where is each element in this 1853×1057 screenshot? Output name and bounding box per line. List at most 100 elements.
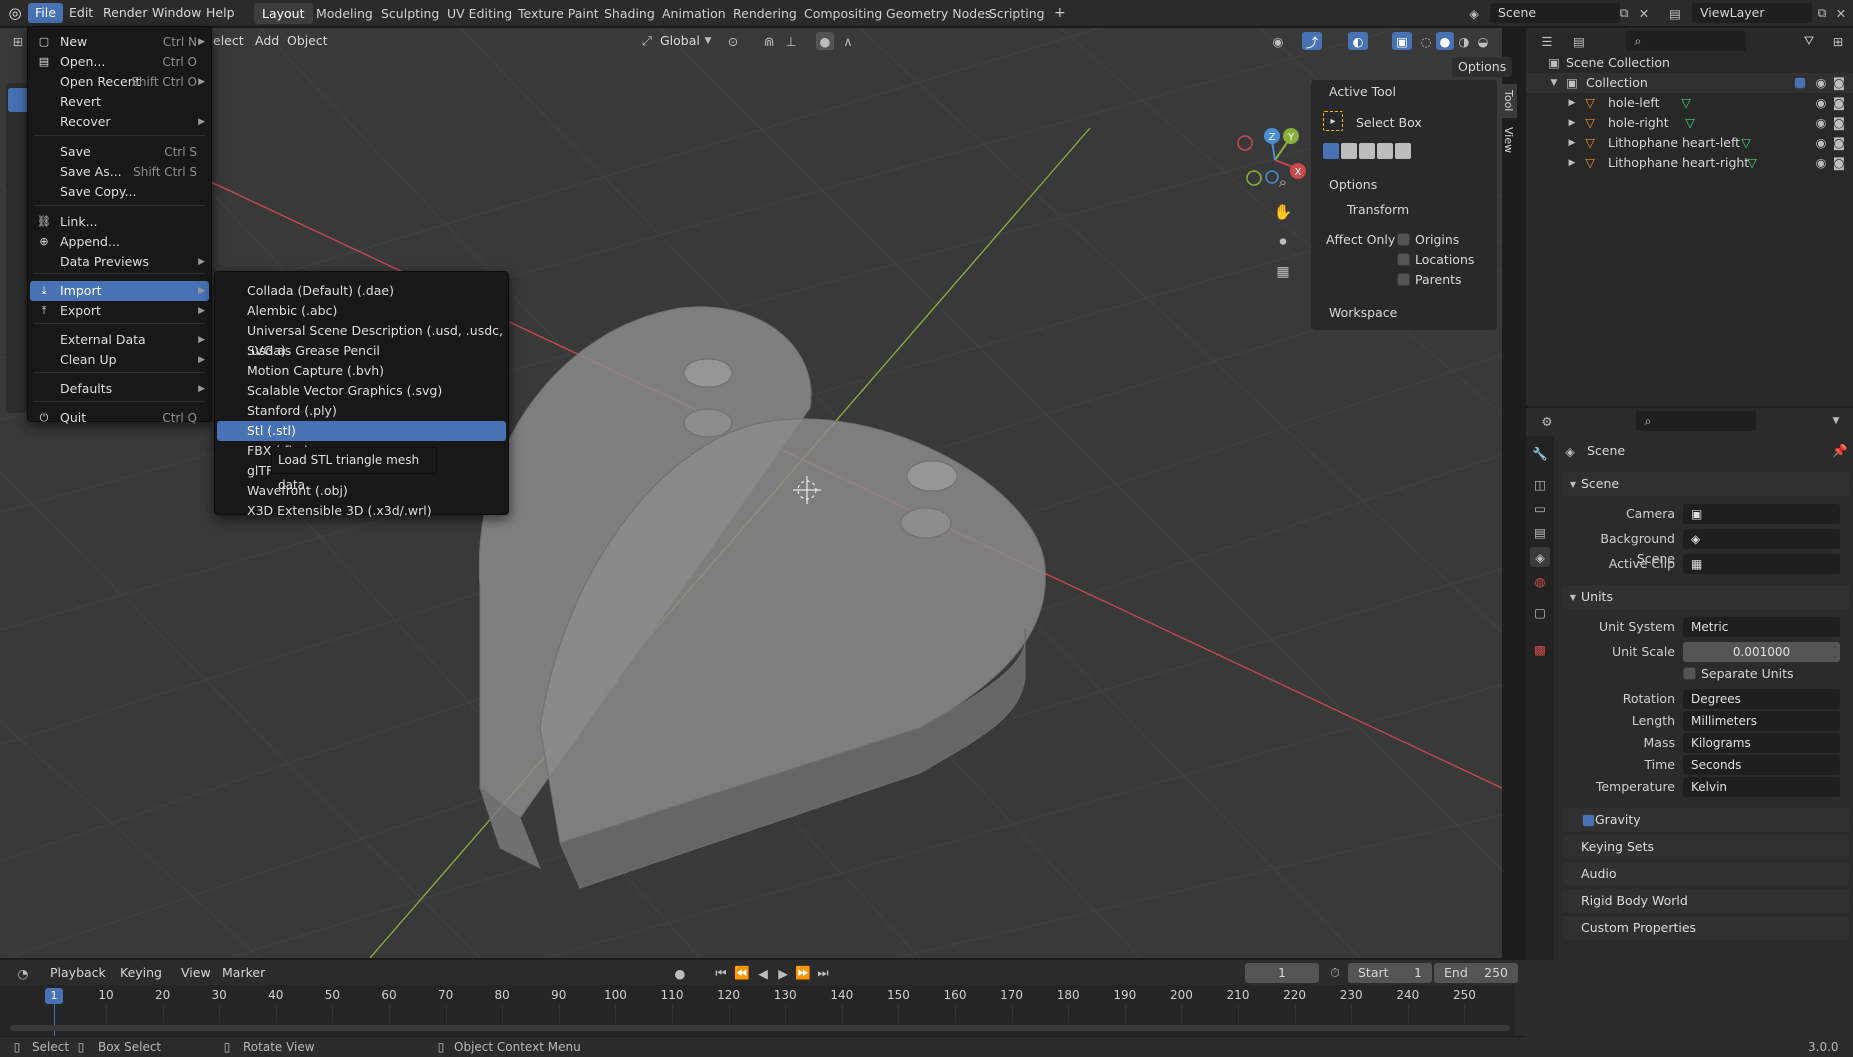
wireframe-shading-icon[interactable]: ◌ [1417,32,1435,50]
length-dropdown[interactable]: Millimeters [1683,711,1840,731]
import-item-svg-as-grease-pencil[interactable]: SVG as Grease Pencil [217,341,506,361]
render-tab-icon[interactable]: ◫ [1530,474,1550,494]
locations-checkbox[interactable] [1397,253,1410,266]
import-item-collada-default-dae[interactable]: Collada (Default) (.dae) [217,281,506,301]
workspace-header[interactable]: Workspace [1329,303,1397,323]
expand-icon[interactable]: ▶ [1566,133,1578,153]
import-item-universal-scene-description-usd-usdc-usda[interactable]: Universal Scene Description (.usd, .usdc… [217,321,506,358]
tab-layout[interactable]: Layout [254,3,313,24]
view-menu[interactable]: View [181,963,211,983]
units-panel-header[interactable]: Units [1563,585,1849,609]
temperature-dropdown[interactable]: Kelvin [1683,777,1840,797]
outliner-row-object[interactable]: ▶ ▽ Lithophane heart-left ▽ ◉ ◙ [1526,133,1853,153]
import-item-motion-capture-bvh[interactable]: Motion Capture (.bvh) [217,361,506,381]
solid-shading-icon[interactable]: ● [1436,32,1454,50]
scene-icon[interactable]: ◈ [1463,4,1485,22]
filter-icon[interactable]: ⛛ [1796,32,1822,50]
overlay-toggle-icon[interactable]: ◐ [1348,32,1368,50]
jump-start-icon[interactable]: ⏮ [712,964,730,982]
mode-new-icon[interactable] [1323,143,1339,159]
import-item-wavefront-obj[interactable]: Wavefront (.obj) [217,481,506,501]
unit-scale-field[interactable]: 0.001000 [1683,642,1840,662]
eye-icon[interactable]: ◉ [1813,73,1829,93]
select-box-tool-icon[interactable]: ▸ [1323,111,1343,131]
audio-panel-header[interactable]: Audio [1563,862,1849,886]
tab-shading[interactable]: Shading [596,3,663,24]
outliner-row-scene-collection[interactable]: ▣ Scene Collection [1526,53,1853,73]
scene-panel-header[interactable]: Scene [1563,472,1849,496]
outliner-row-object[interactable]: ▶ ▽ hole-left ▽ ◉ ◙ [1526,93,1853,113]
origins-checkbox[interactable] [1397,233,1410,246]
tab-texture-paint[interactable]: Texture Paint [510,3,607,24]
menu-edit[interactable]: Edit [62,3,100,23]
outliner-editor-icon[interactable]: ☰ [1534,32,1560,50]
background-scene-field[interactable]: ◈ [1683,529,1840,549]
file-menu-item-data-previews[interactable]: Data Previews ▶ [30,252,209,272]
jump-end-icon[interactable]: ⏭ [814,964,832,982]
import-item-stanford-ply[interactable]: Stanford (.ply) [217,401,506,421]
timeline-scrollbar[interactable] [10,1025,1510,1031]
material-shading-icon[interactable]: ◑ [1455,32,1473,50]
camera-view-icon[interactable]: ⏺ [1271,230,1295,254]
new-collection-icon[interactable]: ⊞ [1828,32,1848,50]
scene-tab-icon[interactable]: ◈ [1530,547,1550,567]
rendered-shading-icon[interactable]: ◒ [1474,32,1492,50]
keying-sets-panel-header[interactable]: Keying Sets [1563,835,1849,859]
display-mode-icon[interactable]: ▤ [1566,32,1592,50]
camera-icon[interactable]: ◙ [1831,153,1847,173]
file-menu-item-recover[interactable]: Recover ▶ [30,112,209,132]
gizmo-toggle-icon[interactable]: ⤴ [1302,32,1322,50]
separate-units-checkbox[interactable] [1683,667,1696,680]
play-icon[interactable]: ▶ [774,964,792,982]
visibility-icon[interactable]: ◉ [1268,32,1288,50]
file-menu-item-append[interactable]: ⊕ Append... [30,232,209,252]
gravity-checkbox[interactable] [1582,814,1595,827]
timeline-ruler[interactable]: 10 20 30 40 50 60 70 80 90 100 110 120 130 140 150 160 1… [0,985,1515,1036]
texture-tab-icon[interactable]: ▩ [1530,639,1550,659]
file-menu-item-new[interactable]: ▢ New Ctrl N ▶ [30,32,209,52]
properties-editor-icon[interactable]: ⚙ [1534,412,1560,430]
import-item-stl-stl[interactable]: Stl (.stl) [217,421,506,441]
add-workspace-button[interactable]: + [1046,3,1074,24]
file-menu-item-revert[interactable]: Revert [30,92,209,112]
import-item-alembic-abc[interactable]: Alembic (.abc) [217,301,506,321]
mesh-data-icon[interactable]: ▽ [1678,93,1694,113]
camera-icon[interactable]: ◙ [1831,73,1847,93]
xray-toggle-icon[interactable]: ▣ [1392,32,1412,50]
world-tab-icon[interactable]: ◍ [1530,571,1550,591]
proportional-edit-icon[interactable]: ● [816,32,834,50]
options-header[interactable]: Options [1329,175,1377,195]
output-tab-icon[interactable]: ▭ [1530,498,1550,518]
tab-compositing[interactable]: Compositing [796,3,890,24]
file-menu-item-clean-up[interactable]: Clean Up ▶ [30,350,209,370]
prev-keyframe-icon[interactable]: ⏪ [733,964,751,982]
active-clip-field[interactable]: ▦ [1683,554,1840,574]
rotation-dropdown[interactable]: Degrees [1683,689,1840,709]
tab-scripting[interactable]: Scripting [981,3,1053,24]
tab-tool[interactable]: Tool [1499,84,1517,118]
menu-help[interactable]: Help [199,3,242,23]
end-frame-field[interactable]: End 250 [1434,963,1518,983]
file-menu-item-import[interactable]: ⤓ Import ▶ [30,281,209,301]
tool-tab-icon[interactable]: 🔧 [1530,444,1550,464]
file-menu-item-open-recent[interactable]: Open Recent Shift Ctrl O ▶ [30,72,209,92]
falloff-icon[interactable]: ∧ [838,32,858,50]
pivot-point-icon[interactable]: ⊙ [722,32,744,50]
unit-system-dropdown[interactable]: Metric [1683,617,1840,637]
camera-icon[interactable]: ◙ [1831,133,1847,153]
mode-extend-icon[interactable] [1341,143,1357,159]
current-frame-field[interactable]: 1 [1245,963,1319,983]
import-item-x3d-extensible-3d-x3d-wrl[interactable]: X3D Extensible 3D (.x3d/.wrl) [217,501,506,521]
tab-uv-editing[interactable]: UV Editing [439,3,520,24]
expand-icon[interactable]: ▼ [1548,73,1560,93]
menu-select[interactable]: elect [213,31,244,51]
eye-icon[interactable]: ◉ [1813,93,1829,113]
keying-menu[interactable]: Keying [120,963,162,983]
file-menu-item-external-data[interactable]: External Data ▶ [30,330,209,350]
import-item-scalable-vector-graphics-svg[interactable]: Scalable Vector Graphics (.svg) [217,381,506,401]
mode-intersect-icon[interactable] [1395,143,1411,159]
eye-icon[interactable]: ◉ [1813,133,1829,153]
menu-file[interactable]: File [28,3,63,23]
delete-scene-icon[interactable]: ✕ [1636,4,1652,22]
tab-rendering[interactable]: Rendering [725,3,805,24]
